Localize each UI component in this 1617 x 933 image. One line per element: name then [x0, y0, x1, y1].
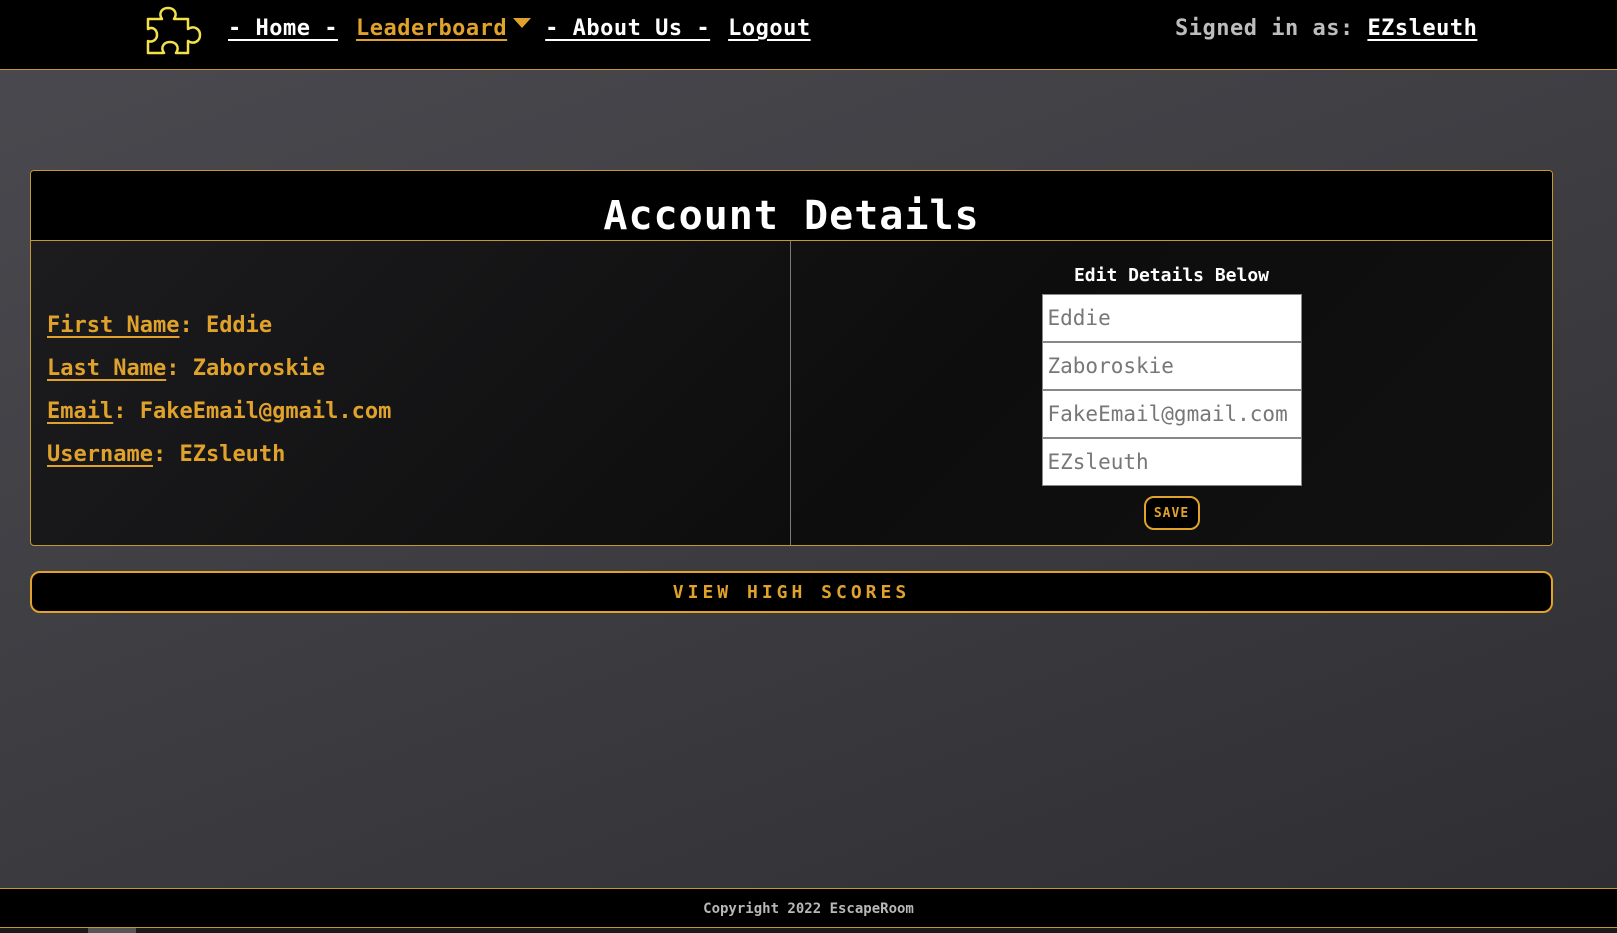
nav-home-link[interactable]: - Home -	[228, 16, 338, 41]
bottom-strip	[0, 928, 1617, 933]
page-title: Account Details	[603, 193, 980, 239]
nav-logout-link[interactable]: Logout	[728, 16, 810, 41]
email-row: Email: FakeEmail@gmail.com	[47, 399, 790, 442]
username-field[interactable]	[1041, 438, 1302, 486]
view-high-scores-button[interactable]: VIEW HIGH SCORES	[30, 571, 1553, 613]
nav-links: - Home - Leaderboard - About Us - Logout	[228, 16, 811, 41]
account-info-column: First Name: Eddie Last Name: Zaboroskie …	[31, 241, 791, 545]
signed-in-username-link[interactable]: EZsleuth	[1367, 16, 1477, 41]
last-name-field[interactable]	[1041, 342, 1302, 390]
edit-form-column: Edit Details Below SAVE	[791, 241, 1552, 545]
card-body: First Name: Eddie Last Name: Zaboroskie …	[31, 241, 1552, 545]
footer: Copyright 2022 EscapeRoom	[0, 888, 1617, 928]
nav-about-link[interactable]: - About Us -	[545, 16, 710, 41]
chevron-down-icon[interactable]	[513, 17, 532, 28]
first-name-row: First Name: Eddie	[47, 313, 790, 356]
card-header: Account Details	[31, 171, 1552, 241]
signed-in-label: Signed in as:	[1175, 16, 1368, 41]
last-name-label: Last Name	[47, 356, 167, 381]
username-label: Username	[47, 442, 153, 467]
first-name-value: : Eddie	[179, 313, 273, 338]
first-name-label: First Name	[47, 313, 180, 338]
signed-in-status: Signed in as: EZsleuth	[1175, 16, 1477, 41]
last-name-value: : Zaboroskie	[166, 356, 326, 381]
username-value: : EZsleuth	[152, 442, 286, 467]
email-value: : FakeEmail@gmail.com	[113, 399, 392, 424]
email-field[interactable]	[1041, 390, 1302, 438]
save-button[interactable]: SAVE	[1143, 496, 1200, 530]
email-label: Email	[47, 399, 114, 424]
last-name-row: Last Name: Zaboroskie	[47, 356, 790, 399]
account-details-card: Account Details First Name: Eddie Last N…	[30, 170, 1553, 546]
edit-form-title: Edit Details Below	[1073, 265, 1270, 286]
top-navbar: - Home - Leaderboard - About Us - Logout…	[0, 0, 1617, 70]
username-row: Username: EZsleuth	[47, 442, 790, 485]
copyright-text: Copyright 2022 EscapeRoom	[703, 901, 914, 917]
puzzle-piece-icon[interactable]	[142, 5, 206, 59]
bottom-tab	[88, 928, 136, 933]
first-name-field[interactable]	[1041, 294, 1302, 342]
nav-leaderboard-link[interactable]: Leaderboard	[356, 16, 507, 41]
